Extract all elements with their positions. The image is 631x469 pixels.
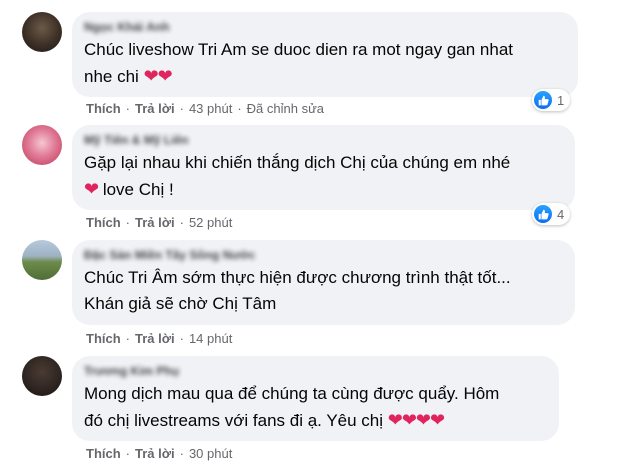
avatar[interactable]	[22, 125, 62, 165]
reply-link[interactable]: Trả lời	[135, 101, 175, 116]
comment-line: Gặp lại nhau khi chiến thắng dịch Chị củ…	[84, 153, 511, 172]
comment-bubble: Mỹ Tiên & Mỹ Liên Gặp lại nhau khi chiến…	[72, 125, 575, 210]
comment-actions: Thích · Trả lời · 52 phút	[86, 215, 232, 230]
reaction-number: 1	[557, 92, 565, 108]
comment-line: Chúc liveshow Tri Am se duoc dien ra mot…	[84, 40, 514, 59]
comment-actions: Thích · Trả lời · 43 phút · Đã chỉnh sửa	[86, 101, 324, 116]
comment-line-text: love Chị !	[102, 180, 174, 199]
separator: ·	[179, 331, 184, 346]
comment-line-text: nhe chi	[84, 67, 139, 86]
comment-text: Chúc Tri Âm sớm thực hiện được chương tr…	[84, 265, 563, 317]
reaction-count[interactable]: 1	[532, 89, 571, 111]
timestamp[interactable]: 43 phút	[189, 101, 232, 116]
separator: ·	[125, 215, 131, 230]
reply-link[interactable]: Trả lời	[135, 446, 175, 461]
like-link[interactable]: Thích	[86, 446, 121, 461]
edited-label: Đã chỉnh sửa	[246, 101, 325, 116]
comment-bubble: Trương Kim Phụ Mong dịch mau qua để chún…	[72, 356, 559, 441]
comment-author[interactable]: Đặc Sản Miền Tây Sông Nước	[84, 247, 563, 263]
separator: ·	[179, 446, 184, 461]
timestamp[interactable]: 30 phút	[189, 446, 232, 461]
comment-line: Chúc Tri Âm sớm thực hiện được chương tr…	[84, 268, 511, 287]
comment-actions: Thích · Trả lời · 14 phút	[86, 331, 232, 346]
like-link[interactable]: Thích	[86, 101, 121, 116]
separator: ·	[125, 101, 131, 116]
reply-link[interactable]: Trả lời	[135, 215, 175, 230]
avatar[interactable]	[22, 12, 62, 52]
comment-text: Gặp lại nhau khi chiến thắng dịch Chị củ…	[84, 150, 563, 203]
like-reaction-icon	[534, 205, 552, 223]
heart-emoji: ❤❤	[143, 66, 173, 86]
avatar[interactable]	[22, 356, 62, 396]
separator: ·	[179, 215, 184, 230]
like-link[interactable]: Thích	[86, 215, 121, 230]
comment-line-text: đó chị livestreams với fans đi ạ. Yêu ch…	[84, 411, 384, 430]
comment-line: đó chị livestreams với fans đi ạ. Yêu ch…	[84, 407, 547, 434]
comment-line: Mong dịch mau qua để chúng ta cùng được …	[84, 384, 500, 403]
comment-bubble: Đặc Sản Miền Tây Sông Nước Chúc Tri Âm s…	[72, 240, 575, 325]
timestamp[interactable]: 52 phút	[189, 215, 232, 230]
like-link[interactable]: Thích	[86, 331, 121, 346]
comment-bubble: Ngọc Khải Anh Chúc liveshow Tri Am se du…	[72, 12, 578, 97]
like-reaction-icon	[534, 91, 552, 109]
comment-text: Chúc liveshow Tri Am se duoc dien ra mot…	[84, 37, 566, 90]
comment-author[interactable]: Ngọc Khải Anh	[84, 19, 566, 35]
reaction-number: 4	[557, 206, 565, 222]
comment-author[interactable]: Mỹ Tiên & Mỹ Liên	[84, 132, 563, 148]
heart-emoji: ❤❤❤❤	[387, 410, 445, 430]
separator: ·	[179, 101, 184, 116]
heart-emoji: ❤	[84, 179, 99, 199]
comment-line: Khán giả sẽ chờ Chị Tâm	[84, 294, 277, 313]
separator: ·	[125, 446, 131, 461]
comment-actions: Thích · Trả lời · 30 phút	[86, 446, 232, 461]
comment-author[interactable]: Trương Kim Phụ	[84, 363, 547, 379]
comment-line: nhe chi ❤❤	[84, 63, 566, 90]
separator: ·	[237, 101, 242, 116]
comment-text: Mong dịch mau qua để chúng ta cùng được …	[84, 381, 547, 434]
timestamp[interactable]: 14 phút	[189, 331, 232, 346]
reaction-count[interactable]: 4	[532, 203, 571, 225]
separator: ·	[125, 331, 131, 346]
reply-link[interactable]: Trả lời	[135, 331, 175, 346]
avatar[interactable]	[22, 240, 62, 280]
comment-line: ❤ love Chị !	[84, 176, 563, 203]
